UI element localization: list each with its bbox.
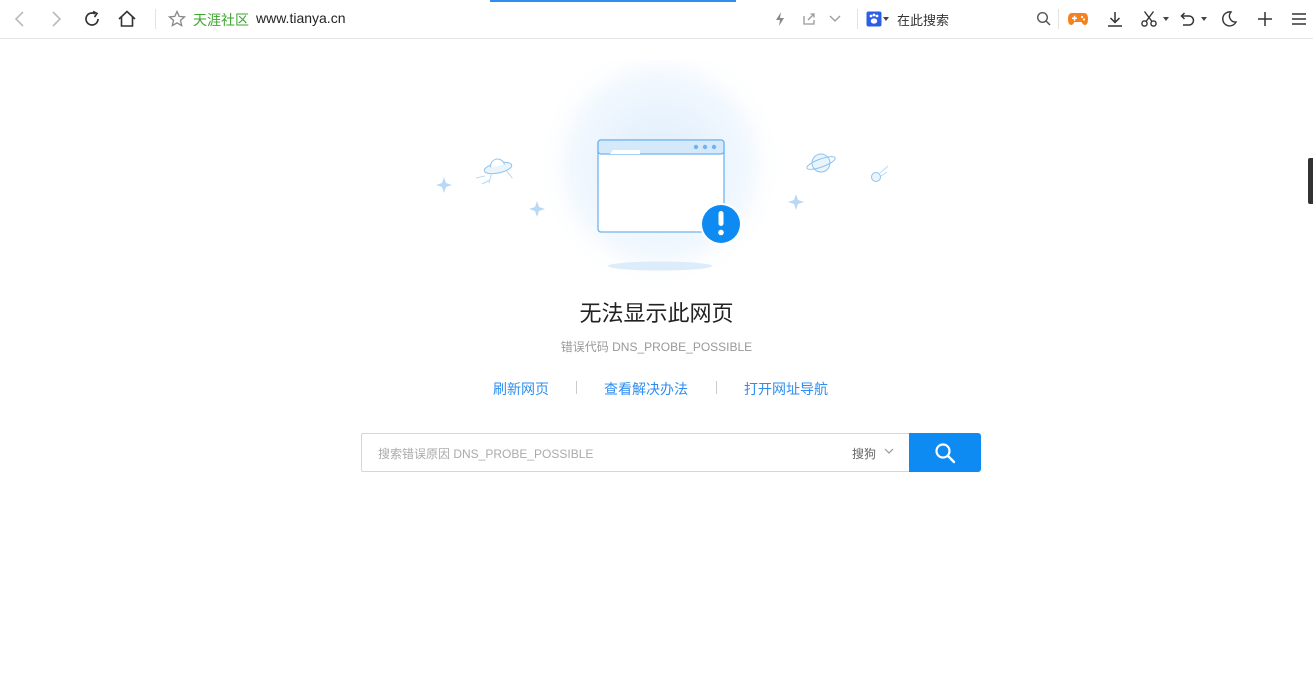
game-controller-icon[interactable] bbox=[1066, 7, 1090, 31]
error-search-input[interactable] bbox=[376, 434, 840, 473]
undo-caret-icon[interactable] bbox=[1201, 17, 1207, 21]
error-code: 错误代码 DNS_PROBE_POSSIBLE bbox=[560, 340, 753, 354]
menu-icon[interactable] bbox=[1287, 7, 1311, 31]
open-url-nav-link[interactable]: 打开网址导航 bbox=[744, 379, 828, 399]
view-solutions-link[interactable]: 查看解决办法 bbox=[604, 379, 688, 399]
back-icon[interactable] bbox=[8, 7, 32, 31]
download-icon[interactable] bbox=[1103, 7, 1127, 31]
engine-caret-icon[interactable] bbox=[883, 17, 889, 21]
bookmark-star-icon[interactable] bbox=[165, 7, 189, 31]
page-load-progress bbox=[490, 0, 736, 2]
error-illustration bbox=[436, 60, 889, 290]
lightning-icon[interactable] bbox=[768, 7, 792, 31]
toolbar-separator bbox=[857, 9, 858, 29]
screenshot-scissors-icon[interactable] bbox=[1137, 7, 1161, 31]
new-tab-plus-icon[interactable] bbox=[1253, 7, 1277, 31]
refresh-page-link[interactable]: 刷新网页 bbox=[493, 379, 549, 399]
search-icon bbox=[935, 442, 956, 463]
chevron-down-icon[interactable] bbox=[884, 447, 894, 455]
search-engine-select[interactable]: 搜狗 bbox=[852, 445, 876, 462]
home-icon[interactable] bbox=[115, 7, 139, 31]
night-mode-moon-icon[interactable] bbox=[1217, 7, 1241, 31]
toolbar-separator bbox=[155, 9, 156, 29]
side-panel-handle[interactable] bbox=[1308, 158, 1313, 204]
reload-icon[interactable] bbox=[80, 7, 104, 31]
site-name: 天涯社区 bbox=[193, 12, 249, 28]
forward-icon[interactable] bbox=[44, 7, 68, 31]
share-icon[interactable] bbox=[797, 7, 821, 31]
error-search-box bbox=[361, 433, 910, 473]
search-icon[interactable] bbox=[1032, 7, 1056, 31]
browser-toolbar: 天涯社区 www.tianya.cn 在此搜索 bbox=[0, 0, 1313, 39]
link-divider bbox=[716, 381, 717, 394]
chevron-down-icon[interactable] bbox=[823, 7, 847, 31]
toolbar-separator bbox=[1058, 9, 1059, 29]
search-button[interactable] bbox=[909, 433, 981, 472]
address-bar-url[interactable]: www.tianya.cn bbox=[256, 10, 345, 26]
screenshot-caret-icon[interactable] bbox=[1163, 17, 1169, 21]
toolbar-search-label[interactable]: 在此搜索 bbox=[897, 10, 949, 29]
link-divider bbox=[576, 381, 577, 394]
error-title: 无法显示此网页 bbox=[579, 301, 734, 326]
undo-close-icon[interactable] bbox=[1175, 7, 1199, 31]
